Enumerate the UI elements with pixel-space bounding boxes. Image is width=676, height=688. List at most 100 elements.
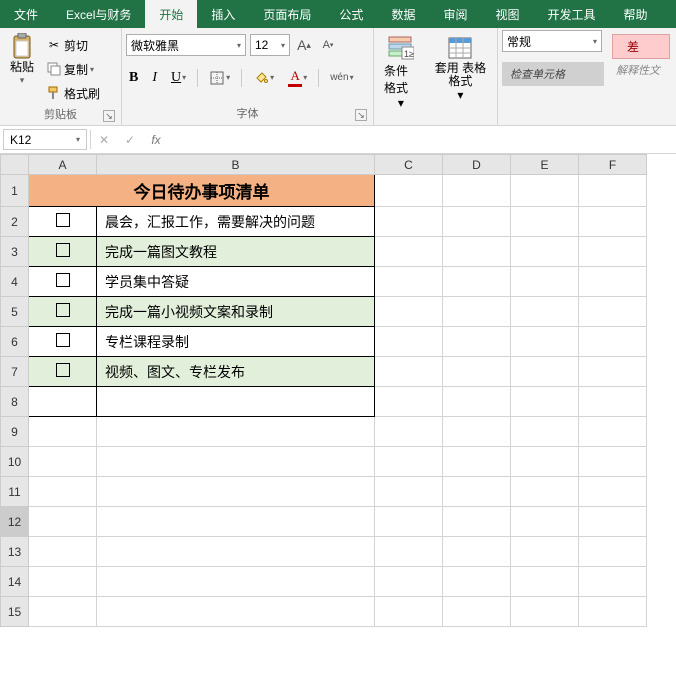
cell[interactable]	[375, 537, 443, 567]
cell[interactable]	[511, 237, 579, 267]
cell[interactable]	[579, 507, 647, 537]
cell[interactable]	[443, 327, 511, 357]
font-color-button[interactable]: A ▾	[285, 66, 310, 89]
cell-todo[interactable]: 完成一篇小视频文案和录制	[97, 297, 375, 327]
row-header[interactable]: 6	[1, 327, 29, 357]
cell[interactable]	[579, 207, 647, 237]
font-size-dropdown[interactable]: 12 ▾	[250, 34, 290, 56]
cell[interactable]	[375, 417, 443, 447]
col-header-C[interactable]: C	[375, 155, 443, 175]
table-format-button[interactable]: 套用 表格格式 ▾	[428, 30, 493, 106]
cell[interactable]	[29, 567, 97, 597]
border-button[interactable]: ▾	[206, 68, 233, 88]
cell[interactable]	[97, 537, 375, 567]
cell[interactable]	[511, 417, 579, 447]
cell[interactable]	[443, 357, 511, 387]
check-cell-style[interactable]: 检查单元格	[502, 62, 604, 86]
cell-title[interactable]: 今日待办事项清单	[29, 175, 375, 207]
cell[interactable]	[443, 477, 511, 507]
row-header[interactable]: 13	[1, 537, 29, 567]
cell[interactable]	[375, 567, 443, 597]
underline-button[interactable]: U▾	[168, 68, 189, 88]
cell-todo[interactable]: 完成一篇图文教程	[97, 237, 375, 267]
cell-checkbox[interactable]	[29, 327, 97, 357]
paste-button[interactable]: 粘贴 ▾	[4, 30, 40, 90]
cell[interactable]	[443, 567, 511, 597]
cell[interactable]	[579, 537, 647, 567]
cell[interactable]	[511, 297, 579, 327]
insert-function-button[interactable]: fx	[143, 126, 169, 153]
decrease-font-button[interactable]: A▾	[318, 35, 338, 55]
cell[interactable]	[443, 175, 511, 207]
cell[interactable]	[443, 597, 511, 627]
cell[interactable]	[511, 175, 579, 207]
cell-checkbox[interactable]	[29, 207, 97, 237]
cell[interactable]	[511, 207, 579, 237]
cell[interactable]	[579, 327, 647, 357]
cell[interactable]	[97, 567, 375, 597]
tab-help[interactable]: 帮助	[610, 0, 662, 28]
cell[interactable]	[375, 597, 443, 627]
bold-button[interactable]: B	[126, 68, 141, 88]
tab-data[interactable]: 数据	[377, 0, 429, 28]
conditional-format-button[interactable]: 1≥ 条件格式 ▾	[378, 30, 424, 114]
cell[interactable]	[443, 207, 511, 237]
cell[interactable]	[579, 447, 647, 477]
cell[interactable]	[375, 507, 443, 537]
increase-font-button[interactable]: A▴	[294, 35, 314, 55]
col-header-E[interactable]: E	[511, 155, 579, 175]
cell[interactable]	[579, 175, 647, 207]
cell[interactable]	[511, 387, 579, 417]
cell[interactable]	[443, 237, 511, 267]
row-header[interactable]: 11	[1, 477, 29, 507]
row-header[interactable]: 15	[1, 597, 29, 627]
cell[interactable]	[511, 507, 579, 537]
name-box[interactable]: K12 ▾	[3, 129, 87, 150]
cell-checkbox[interactable]	[29, 237, 97, 267]
cell[interactable]	[29, 507, 97, 537]
cell[interactable]	[97, 597, 375, 627]
dialog-launcher-icon[interactable]: ↘	[103, 110, 115, 122]
tab-pagelayout[interactable]: 页面布局	[249, 0, 325, 28]
cell[interactable]	[579, 267, 647, 297]
cell[interactable]	[375, 237, 443, 267]
col-header-B[interactable]: B	[97, 155, 375, 175]
cell[interactable]	[375, 357, 443, 387]
cell[interactable]	[511, 447, 579, 477]
cell[interactable]	[375, 297, 443, 327]
tab-review[interactable]: 审阅	[429, 0, 481, 28]
cell-todo[interactable]: 专栏课程录制	[97, 327, 375, 357]
cell[interactable]	[29, 447, 97, 477]
cell[interactable]	[375, 447, 443, 477]
tab-developer[interactable]: 开发工具	[533, 0, 609, 28]
format-painter-button[interactable]: 格式刷	[44, 82, 102, 104]
cell[interactable]	[29, 387, 97, 417]
row-header[interactable]: 12	[1, 507, 29, 537]
cell[interactable]	[375, 327, 443, 357]
select-all-corner[interactable]	[1, 155, 29, 175]
cell[interactable]	[375, 477, 443, 507]
cell[interactable]	[511, 357, 579, 387]
row-header[interactable]: 1	[1, 175, 29, 207]
tab-home[interactable]: 开始	[145, 0, 197, 28]
row-header[interactable]: 10	[1, 447, 29, 477]
cell[interactable]	[29, 417, 97, 447]
cell[interactable]	[579, 297, 647, 327]
row-header[interactable]: 5	[1, 297, 29, 327]
tab-file[interactable]: 文件	[0, 0, 52, 28]
cell[interactable]	[97, 387, 375, 417]
col-header-A[interactable]: A	[29, 155, 97, 175]
row-header[interactable]: 9	[1, 417, 29, 447]
style-bad[interactable]: 差	[612, 34, 670, 59]
phonetic-button[interactable]: wén ▾	[327, 70, 356, 85]
cell[interactable]	[443, 507, 511, 537]
cut-button[interactable]: ✂ 剪切	[44, 34, 102, 56]
cell[interactable]	[579, 237, 647, 267]
cell[interactable]	[97, 447, 375, 477]
cell[interactable]	[579, 597, 647, 627]
cell[interactable]	[579, 417, 647, 447]
cell[interactable]	[511, 327, 579, 357]
row-header[interactable]: 14	[1, 567, 29, 597]
formula-input[interactable]	[169, 126, 676, 153]
row-header[interactable]: 7	[1, 357, 29, 387]
